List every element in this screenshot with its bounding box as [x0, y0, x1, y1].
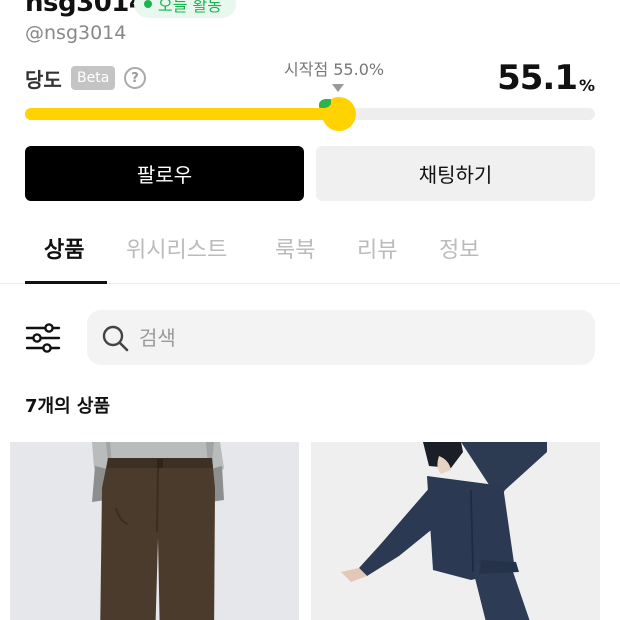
tab-reviews[interactable]: 리뷰 [357, 232, 397, 264]
sliders-icon[interactable] [25, 320, 61, 356]
profile-handle: @nsg3014 [25, 22, 127, 44]
tab-products[interactable]: 상품 [44, 232, 84, 264]
product-count: 7개의 상품 [25, 396, 111, 417]
activity-status-badge: 오늘 활동 [134, 0, 236, 18]
question-circle-icon[interactable]: ? [124, 67, 146, 89]
status-dot-icon [144, 0, 152, 8]
tab-info[interactable]: 정보 [439, 232, 479, 264]
follow-button[interactable]: 팔로우 [25, 146, 304, 201]
chat-button[interactable]: 채팅하기 [316, 146, 595, 201]
start-point-marker-icon [332, 84, 344, 92]
sweetness-unit: % [578, 76, 595, 95]
navy-hoodie-tracksuit-photo [311, 442, 600, 620]
sweetness-value: 55.1 [497, 58, 578, 98]
beta-badge: Beta [71, 66, 116, 90]
profile-tabs: 상품 위시리스트 룩북 리뷰 정보 [0, 222, 620, 284]
active-tab-indicator [25, 281, 107, 284]
tab-wishlist[interactable]: 위시리스트 [126, 232, 227, 264]
product-card[interactable] [10, 442, 299, 620]
start-point-label: 시작점 55.0% [284, 60, 385, 79]
activity-status-text: 오늘 활동 [158, 0, 222, 15]
search-icon [102, 325, 129, 352]
sweetness-label: 당도 [25, 68, 62, 92]
product-card[interactable] [311, 442, 600, 620]
tab-lookbook[interactable]: 룩북 [275, 232, 315, 264]
search-input[interactable] [139, 310, 579, 365]
brown-trousers-photo [10, 442, 299, 620]
profile-username: nsg3014 [25, 0, 147, 18]
sweetness-gauge-fill [25, 108, 340, 120]
search-box [87, 310, 595, 365]
